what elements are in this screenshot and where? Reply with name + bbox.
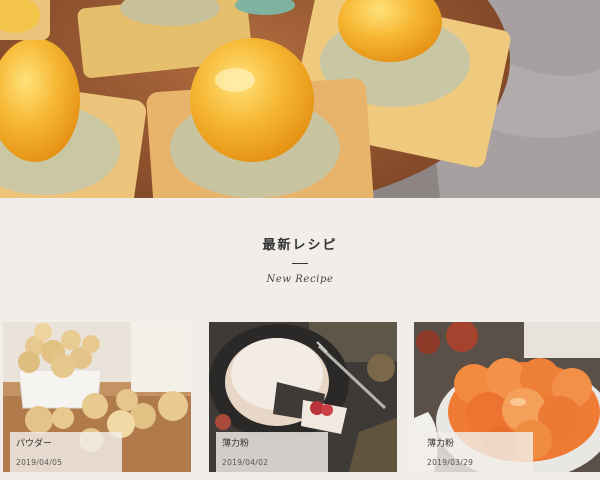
section-divider	[292, 263, 308, 264]
recipe-date: 2019/03/29	[427, 458, 474, 467]
recipe-card-label: 薄力粉 2019/04/02	[216, 432, 328, 472]
recipe-title: 薄力粉	[222, 439, 250, 449]
recipe-date: 2019/04/02	[222, 458, 269, 467]
recipe-date: 2019/04/05	[16, 458, 63, 467]
recipe-card-list: パウダー 2019/04/05 薄力粉 2019/04/02 薄力粉 2019/…	[0, 322, 600, 480]
hero-image	[0, 0, 600, 198]
section-title: 最新レシピ	[262, 238, 338, 253]
recipe-card[interactable]: パウダー 2019/04/05	[3, 322, 191, 472]
recipe-card-label: パウダー 2019/04/05	[10, 432, 122, 472]
recipe-title: パウダー	[16, 439, 53, 449]
recipe-title: 薄力粉	[427, 439, 455, 449]
recipe-section-header: 最新レシピ New Recipe	[0, 198, 600, 322]
recipe-card[interactable]: 薄力粉 2019/04/02	[209, 322, 397, 472]
recipe-card-label: 薄力粉 2019/03/29	[421, 432, 533, 472]
recipe-card[interactable]: 薄力粉 2019/03/29	[414, 322, 600, 472]
section-subtitle: New Recipe	[266, 274, 334, 285]
